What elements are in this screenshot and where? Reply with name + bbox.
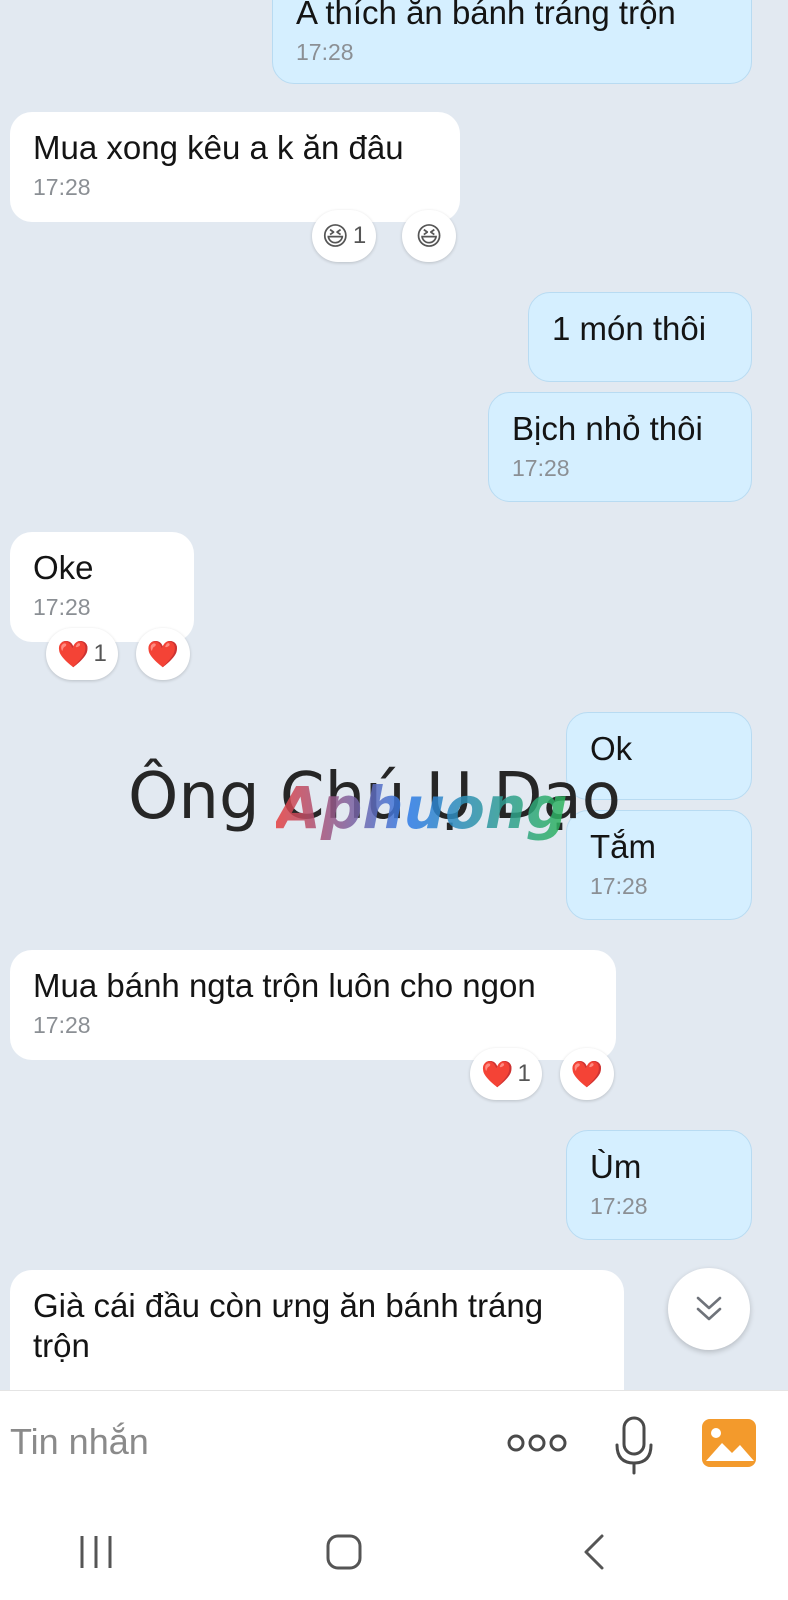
system-nav-bar: [0, 1502, 788, 1600]
reaction-emoji: ❤️: [570, 1059, 604, 1089]
message-time: 17:28: [33, 174, 91, 200]
message-text: Mua bánh ngta trộn luôn cho ngon: [33, 967, 536, 1004]
microphone-icon[interactable]: [612, 1415, 656, 1477]
reaction-count: 1: [93, 640, 107, 667]
back-icon[interactable]: [576, 1532, 612, 1572]
reaction-emoji: ❤️: [481, 1059, 514, 1089]
scroll-to-bottom-button[interactable]: [668, 1268, 750, 1350]
message-time: 17:28: [512, 455, 570, 481]
reaction-count: 1: [517, 1060, 531, 1087]
reaction-emoji: ❤️: [57, 639, 90, 669]
message-text: Bịch nhỏ thôi: [512, 410, 703, 447]
message-text: Ùm: [590, 1148, 642, 1185]
message-bubble-outgoing[interactable]: 1 món thôi: [528, 292, 752, 382]
message-bubble-incoming[interactable]: Già cái đầu còn ưng ăn bánh tráng trộn: [10, 1270, 624, 1390]
message-text: Mua xong kêu a k ăn đâu: [33, 129, 404, 166]
message-bubble-incoming[interactable]: Mua xong kêu a k ăn đâu 17:28: [10, 112, 460, 222]
watermark: Ông Chú Ụ Dạo Aphuong: [128, 760, 621, 842]
more-dots-icon[interactable]: [506, 1431, 568, 1455]
message-bubble-incoming[interactable]: Oke 17:28: [10, 532, 194, 642]
reaction-emoji: 😆: [415, 221, 443, 251]
message-bubble-outgoing[interactable]: Bịch nhỏ thôi 17:28: [488, 392, 752, 502]
home-icon[interactable]: [324, 1532, 364, 1572]
message-time: 17:28: [33, 594, 91, 620]
reaction-badge[interactable]: ❤️ 1: [46, 628, 118, 680]
message-bubble-incoming[interactable]: Mua bánh ngta trộn luôn cho ngon 17:28: [10, 950, 616, 1060]
add-reaction-button[interactable]: ❤️: [136, 628, 190, 680]
message-text: Oke: [33, 549, 94, 586]
message-time: 17:28: [296, 39, 354, 65]
reaction-badge[interactable]: ❤️ 1: [470, 1048, 542, 1100]
message-composer: Tin nhắn: [0, 1390, 788, 1502]
recent-apps-icon[interactable]: [76, 1532, 116, 1572]
message-text: A thích ăn bánh tráng trộn: [296, 0, 676, 31]
reaction-emoji: 😆: [321, 221, 349, 251]
add-reaction-button[interactable]: 😆: [402, 210, 456, 262]
reaction-emoji: ❤️: [146, 639, 180, 669]
message-time: 17:28: [590, 873, 648, 899]
message-bubble-outgoing[interactable]: Ùm 17:28: [566, 1130, 752, 1240]
message-list[interactable]: A thích ăn bánh tráng trộn 17:28 Mua xon…: [0, 0, 788, 1390]
image-icon[interactable]: [700, 1417, 758, 1469]
message-time: 17:28: [590, 1193, 648, 1219]
message-time: 17:28: [33, 1012, 91, 1038]
message-input[interactable]: Tin nhắn: [10, 1421, 149, 1463]
message-bubble-outgoing[interactable]: A thích ăn bánh tráng trộn 17:28: [272, 0, 752, 84]
reaction-count: 1: [352, 222, 367, 249]
message-text: Già cái đầu còn ưng ăn bánh tráng trộn: [33, 1287, 544, 1364]
reaction-badge[interactable]: 😆 1: [312, 210, 376, 262]
message-text: 1 món thôi: [552, 310, 707, 347]
chevron-double-down-icon: [696, 1296, 722, 1321]
watermark-logo: Aphuong: [276, 774, 568, 842]
add-reaction-button[interactable]: ❤️: [560, 1048, 614, 1100]
